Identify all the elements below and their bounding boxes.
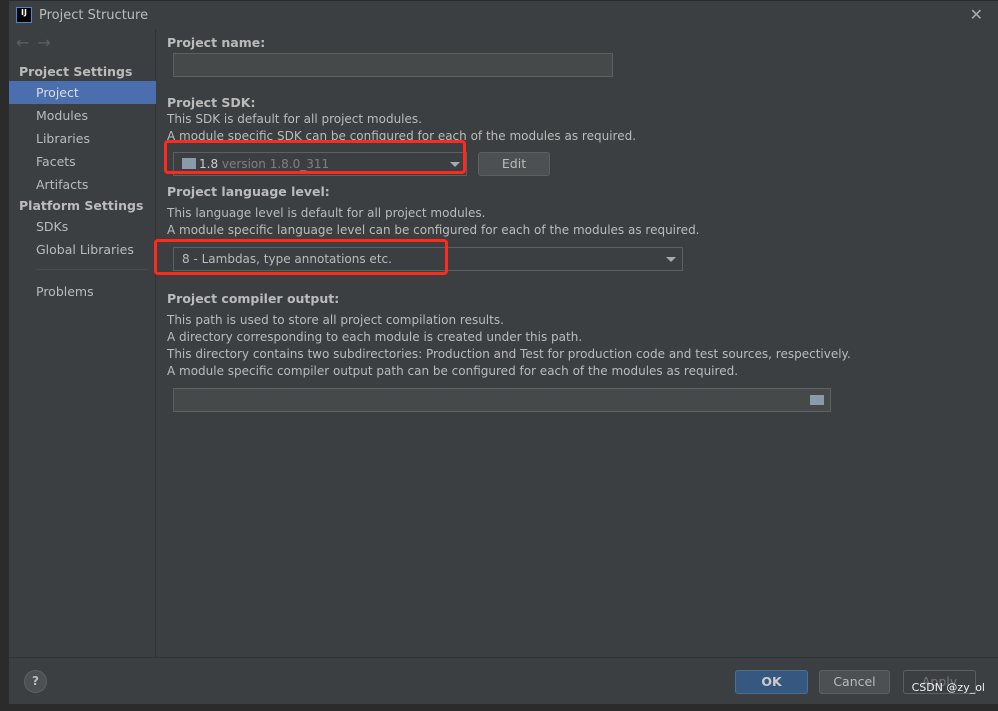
- watermark: CSDN @zy_ol: [911, 681, 985, 694]
- window-title: Project Structure: [39, 7, 149, 23]
- language-level-description: This language level is default for all p…: [167, 206, 486, 220]
- dialog-footer: ? OK Cancel Apply CSDN @zy_ol: [9, 657, 998, 704]
- sidebar-item-project[interactable]: Project: [9, 81, 156, 104]
- project-name-label: Project name:: [167, 35, 266, 50]
- title-bar: IJ Project Structure ✕: [9, 1, 998, 29]
- sidebar: ←→ Project Settings Project Modules Libr…: [9, 29, 156, 657]
- sidebar-item-modules[interactable]: Modules: [9, 104, 156, 127]
- project-name-input[interactable]: [173, 53, 613, 77]
- compiler-output-description: This path is used to store all project c…: [167, 313, 504, 327]
- forward-arrow-icon[interactable]: →: [37, 33, 58, 52]
- compiler-output-input[interactable]: [173, 388, 831, 412]
- chevron-down-icon: [666, 257, 676, 262]
- project-structure-dialog: IJ Project Structure ✕ ←→ Project Settin…: [8, 0, 998, 704]
- sidebar-item-artifacts[interactable]: Artifacts: [9, 173, 156, 196]
- back-arrow-icon[interactable]: ←: [16, 33, 37, 52]
- highlight-box: [154, 239, 448, 275]
- close-icon[interactable]: ✕: [970, 5, 983, 24]
- language-level-description: A module specific language level can be …: [167, 223, 700, 237]
- compiler-output-description: A directory corresponding to each module…: [167, 330, 583, 344]
- intellij-logo-icon: IJ: [16, 7, 32, 23]
- compiler-output-description: This directory contains two subdirectori…: [167, 347, 851, 361]
- browse-folder-icon[interactable]: [810, 395, 824, 405]
- help-button[interactable]: ?: [24, 670, 47, 693]
- project-settings-panel: Project name: Project SDK: This SDK is d…: [154, 29, 998, 657]
- sidebar-item-sdks[interactable]: SDKs: [9, 215, 156, 238]
- sdk-description: This SDK is default for all project modu…: [167, 112, 422, 126]
- language-level-label: Project language level:: [167, 184, 330, 199]
- section-project-settings: Project Settings: [19, 64, 133, 79]
- highlight-box: [164, 140, 466, 174]
- sidebar-item-libraries[interactable]: Libraries: [9, 127, 156, 150]
- sidebar-item-facets[interactable]: Facets: [9, 150, 156, 173]
- divider: [36, 269, 148, 270]
- compiler-output-label: Project compiler output:: [167, 291, 340, 306]
- compiler-output-description: A module specific compiler output path c…: [167, 364, 739, 378]
- sidebar-item-problems[interactable]: Problems: [9, 280, 156, 303]
- ok-button[interactable]: OK: [735, 670, 808, 694]
- edit-button[interactable]: Edit: [478, 152, 550, 176]
- section-platform-settings: Platform Settings: [19, 198, 144, 213]
- cancel-button[interactable]: Cancel: [819, 670, 890, 694]
- project-sdk-label: Project SDK:: [167, 95, 256, 110]
- sidebar-item-global-libraries[interactable]: Global Libraries: [9, 238, 156, 261]
